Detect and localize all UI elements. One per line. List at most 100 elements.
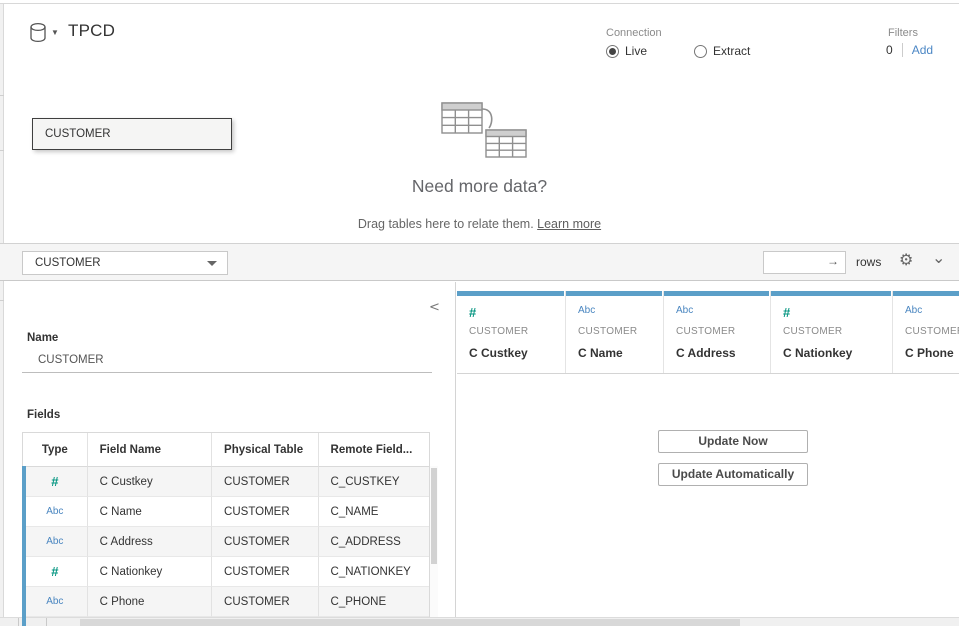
divider — [0, 95, 4, 96]
table-row[interactable]: Abc C Phone CUSTOMER C_PHONE — [23, 587, 429, 617]
remote-field-cell: C_PHONE — [319, 587, 429, 617]
column-field-name: C Name — [578, 346, 663, 360]
name-label: Name — [27, 332, 58, 344]
column-table-name: CUSTOMER — [578, 326, 663, 337]
field-name-cell: C Custkey — [88, 467, 212, 497]
filters-label: Filters — [888, 27, 918, 39]
divider — [22, 372, 432, 373]
table-select-dropdown[interactable]: CUSTOMER — [22, 251, 228, 275]
number-type-icon: # — [23, 557, 88, 587]
string-type-icon: Abc — [23, 497, 88, 527]
field-name-cell: C Name — [88, 497, 212, 527]
table-details-panel: < Name CUSTOMER Fields Type Field Name P… — [4, 282, 456, 626]
column-table-name: CUSTOMER — [469, 326, 565, 337]
horizontal-scrollbar[interactable] — [0, 617, 959, 626]
physical-table-cell: CUSTOMER — [212, 497, 318, 527]
divider — [18, 618, 19, 626]
filters-count: 0 — [886, 43, 893, 57]
add-filter-link[interactable]: Add — [912, 43, 933, 57]
table-row[interactable]: Abc C Address CUSTOMER C_ADDRESS — [23, 527, 429, 557]
update-now-button[interactable]: Update Now — [658, 430, 808, 453]
physical-table-cell: CUSTOMER — [212, 557, 318, 587]
empty-state-hint: Drag tables here to relate them. Learn m… — [0, 217, 959, 231]
field-name-cell: C Nationkey — [88, 557, 212, 587]
extract-radio-label[interactable]: Extract — [713, 44, 750, 58]
filters-row: 0 Add — [886, 43, 933, 57]
grid-column-header[interactable]: # CUSTOMER C Custkey — [457, 291, 566, 373]
data-source-page: ▼ TPCD Connection Live Extract Filters 0… — [0, 0, 959, 626]
relate-tables-illustration-icon — [433, 97, 533, 161]
column-table-name: CUSTOMER — [783, 326, 892, 337]
empty-state-title: Need more data? — [0, 176, 959, 197]
number-type-icon: # — [783, 305, 892, 319]
connection-label: Connection — [606, 27, 662, 39]
string-type-icon: Abc — [578, 305, 663, 319]
grid-column-header[interactable]: Abc CUSTOMER C Address — [664, 291, 771, 373]
physical-table-cell: CUSTOMER — [212, 587, 318, 617]
column-header-type[interactable]: Type — [23, 433, 88, 467]
window-top-border — [0, 3, 959, 4]
live-radio[interactable] — [606, 45, 619, 58]
data-preview-grid: # CUSTOMER C Custkey Abc CUSTOMER C Name… — [457, 282, 959, 626]
arrow-right-icon[interactable]: → — [827, 254, 839, 268]
grid-column-header[interactable]: Abc CUSTOMER C Phone — [893, 291, 959, 373]
divider — [902, 43, 903, 57]
column-accent-strip — [771, 291, 891, 296]
remote-field-cell: C_ADDRESS — [319, 527, 429, 557]
learn-more-link[interactable]: Learn more — [537, 217, 601, 231]
column-accent-strip — [893, 291, 959, 296]
table-select-value: CUSTOMER — [35, 257, 101, 269]
fields-table-scrollbar[interactable] — [430, 466, 438, 626]
remote-field-cell: C_NAME — [319, 497, 429, 527]
number-type-icon: # — [23, 467, 88, 497]
customer-table-chip[interactable]: CUSTOMER — [32, 118, 232, 150]
extract-radio[interactable] — [694, 45, 707, 58]
column-header-physical[interactable]: Physical Table — [212, 433, 318, 467]
scrollbar-thumb[interactable] — [80, 619, 740, 626]
rows-label: rows — [856, 255, 881, 269]
string-type-icon: Abc — [23, 587, 88, 617]
table-row[interactable]: # C Custkey CUSTOMER C_CUSTKEY — [23, 467, 429, 497]
grid-column-header[interactable]: Abc CUSTOMER C Name — [566, 291, 664, 373]
live-radio-label[interactable]: Live — [625, 44, 647, 58]
database-menu-caret-icon[interactable]: ▼ — [51, 28, 59, 37]
number-type-icon: # — [469, 305, 565, 319]
rows-input-wrap: → — [763, 251, 846, 274]
data-source-title[interactable]: TPCD — [68, 21, 115, 41]
grid-column-header[interactable]: # CUSTOMER C Nationkey — [771, 291, 893, 373]
table-row[interactable]: # C Nationkey CUSTOMER C_NATIONKEY — [23, 557, 429, 587]
table-row[interactable]: Abc C Name CUSTOMER C_NAME — [23, 497, 429, 527]
drag-tables-hint: Drag tables here to relate them. — [358, 217, 537, 231]
column-header-remote[interactable]: Remote Field... — [319, 433, 429, 467]
chevron-down-icon[interactable]: ⌄ — [932, 248, 945, 268]
table-name-field[interactable]: CUSTOMER — [38, 354, 104, 366]
divider — [457, 373, 959, 374]
field-name-cell: C Phone — [88, 587, 212, 617]
column-field-name: C Address — [676, 346, 770, 360]
update-automatically-button[interactable]: Update Automatically — [658, 463, 808, 486]
fields-label: Fields — [27, 409, 60, 421]
divider — [46, 618, 47, 626]
column-table-name: CUSTOMER — [676, 326, 770, 337]
scrollbar-thumb[interactable] — [431, 468, 437, 564]
column-field-name: C Custkey — [469, 346, 565, 360]
string-type-icon: Abc — [905, 305, 959, 319]
column-accent-strip — [664, 291, 769, 296]
database-icon[interactable] — [29, 22, 49, 44]
grid-toolbar: CUSTOMER → rows ⚙ ⌄ — [0, 243, 959, 281]
string-type-icon: Abc — [23, 527, 88, 557]
column-table-name: CUSTOMER — [905, 326, 959, 337]
gear-icon[interactable]: ⚙ — [899, 250, 913, 270]
remote-field-cell: C_CUSTKEY — [319, 467, 429, 497]
connection-radio-group: Live Extract — [606, 44, 750, 58]
field-name-cell: C Address — [88, 527, 212, 557]
column-field-name: C Phone — [905, 346, 959, 360]
physical-table-cell: CUSTOMER — [212, 527, 318, 557]
divider — [0, 150, 4, 151]
fields-table-header: Type Field Name Physical Table Remote Fi… — [23, 433, 429, 467]
column-accent-strip — [566, 291, 662, 296]
collapse-panel-icon[interactable]: < — [429, 300, 440, 315]
column-accent-strip — [457, 291, 564, 296]
column-header-field[interactable]: Field Name — [88, 433, 212, 467]
string-type-icon: Abc — [676, 305, 770, 319]
